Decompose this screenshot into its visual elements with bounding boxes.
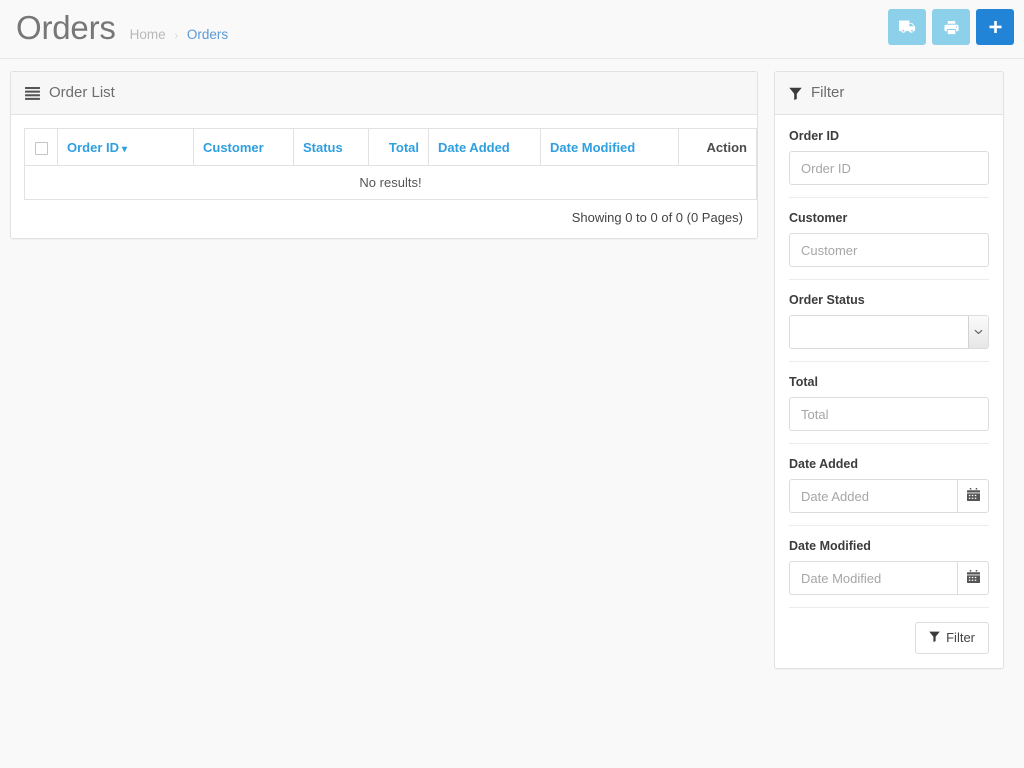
- filter-submit-button[interactable]: Filter: [915, 622, 989, 654]
- order-list-panel-title: Order List: [49, 84, 115, 101]
- filter-group-total: Total: [789, 361, 989, 443]
- chevron-down-icon: ▾: [122, 143, 128, 155]
- column-date-added-link[interactable]: Date Added: [438, 140, 510, 155]
- pagination-summary: Showing 0 to 0 of 0 (0 Pages): [571, 210, 743, 225]
- filter-input-total[interactable]: [789, 397, 989, 431]
- filter-label-date-modified: Date Modified: [789, 539, 871, 553]
- calendar-icon: [966, 488, 980, 504]
- filter-icon: [789, 87, 802, 100]
- filter-group-date-modified: Date Modified: [789, 525, 989, 607]
- filter-group-order-id: Order ID: [789, 129, 989, 197]
- order-table-wrapper: Order ID ▾ Customer Status Total Date Ad…: [11, 115, 757, 200]
- column-status[interactable]: Status: [293, 128, 369, 166]
- filter-panel-title: Filter: [811, 84, 845, 101]
- column-date-modified-link[interactable]: Date Modified: [550, 140, 635, 155]
- column-customer-link[interactable]: Customer: [203, 140, 264, 155]
- page-title: Orders: [16, 9, 116, 46]
- column-date-added[interactable]: Date Added: [428, 128, 541, 166]
- filter-group-date-added: Date Added: [789, 443, 989, 525]
- filter-icon: [929, 630, 940, 646]
- add-new-button[interactable]: [976, 9, 1014, 45]
- column-status-link[interactable]: Status: [303, 140, 343, 155]
- filter-input-customer[interactable]: [789, 233, 989, 267]
- column-order-id[interactable]: Order ID ▾: [57, 128, 194, 166]
- print-invoice-button[interactable]: [932, 9, 970, 45]
- breadcrumb-orders[interactable]: Orders: [187, 27, 228, 42]
- filter-panel-heading: Filter: [775, 72, 1003, 115]
- breadcrumb: Home › Orders: [130, 25, 228, 46]
- list-icon: [25, 86, 40, 100]
- plus-icon: [988, 20, 1003, 35]
- page-header: Orders Home › Orders: [0, 0, 1024, 59]
- select-all-checkbox[interactable]: [34, 141, 48, 155]
- filter-input-group-date-modified: [789, 561, 989, 595]
- calendar-icon: [966, 570, 980, 586]
- filter-label-total: Total: [789, 375, 818, 389]
- filter-label-date-added: Date Added: [789, 457, 858, 471]
- shipping-button[interactable]: [888, 9, 926, 45]
- column-customer[interactable]: Customer: [193, 128, 294, 166]
- truck-icon: [898, 20, 916, 34]
- column-action: Action: [678, 128, 757, 166]
- column-total[interactable]: Total: [368, 128, 429, 166]
- filter-label-customer: Customer: [789, 211, 848, 225]
- breadcrumb-home[interactable]: Home: [130, 27, 166, 42]
- select-all-cell: [24, 128, 58, 166]
- main-container: Order List Order ID ▾ Customer Status To…: [0, 59, 1024, 669]
- chevron-down-icon[interactable]: [968, 316, 988, 348]
- filter-group-customer: Customer: [789, 197, 989, 279]
- column-total-link[interactable]: Total: [389, 140, 419, 155]
- filter-panel: Filter Order ID Customer Order Status: [774, 71, 1004, 669]
- filter-select-order-status[interactable]: [789, 315, 989, 349]
- filter-input-order-id[interactable]: [789, 151, 989, 185]
- column-order-id-link[interactable]: Order ID ▾: [67, 140, 127, 155]
- filter-form: Order ID Customer Order Status: [775, 115, 1003, 668]
- date-modified-calendar-button[interactable]: [957, 561, 989, 595]
- filter-actions: Filter: [789, 607, 989, 654]
- filter-submit-label: Filter: [946, 630, 975, 645]
- filter-select-order-status-value: [790, 316, 988, 348]
- column-date-modified[interactable]: Date Modified: [540, 128, 679, 166]
- breadcrumb-separator: ›: [174, 30, 179, 42]
- filter-label-order-status: Order Status: [789, 293, 865, 307]
- filter-input-date-added[interactable]: [789, 479, 958, 513]
- no-results-message: No results!: [24, 165, 757, 200]
- order-table-empty-row: No results!: [24, 165, 757, 200]
- order-table: Order ID ▾ Customer Status Total Date Ad…: [24, 128, 757, 200]
- order-list-column: Order List Order ID ▾ Customer Status To…: [10, 71, 758, 239]
- order-table-header-row: Order ID ▾ Customer Status Total Date Ad…: [24, 128, 757, 166]
- order-list-panel-heading: Order List: [11, 72, 757, 115]
- filter-input-group-date-added: [789, 479, 989, 513]
- filter-group-order-status: Order Status: [789, 279, 989, 361]
- filter-column: Filter Order ID Customer Order Status: [774, 71, 1004, 669]
- printer-icon: [943, 20, 959, 35]
- filter-input-date-modified[interactable]: [789, 561, 958, 595]
- header-actions: [888, 9, 1014, 45]
- filter-label-order-id: Order ID: [789, 129, 840, 143]
- date-added-calendar-button[interactable]: [957, 479, 989, 513]
- order-list-panel: Order List Order ID ▾ Customer Status To…: [10, 71, 758, 239]
